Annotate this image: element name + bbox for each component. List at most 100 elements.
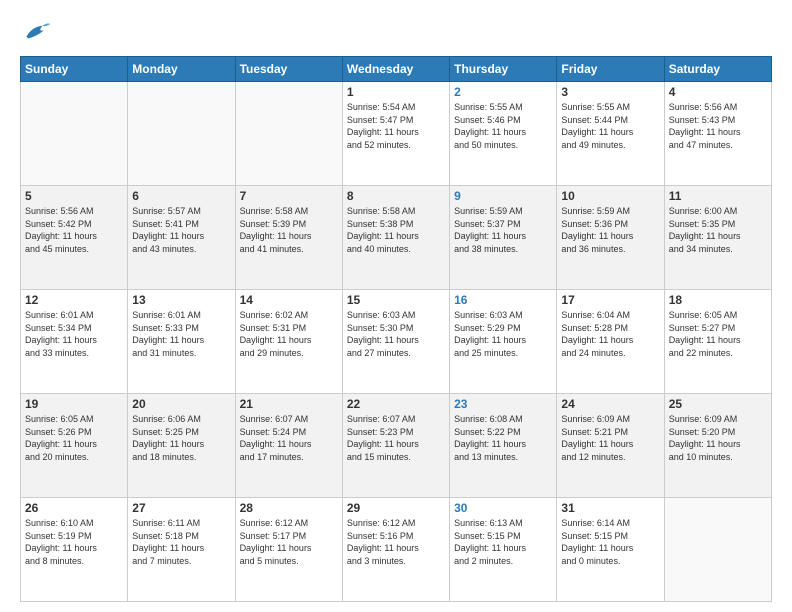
calendar-cell: 19 Sunrise: 6:05 AM Sunset: 5:26 PM Dayli… bbox=[21, 394, 128, 498]
calendar-cell: 7 Sunrise: 5:58 AM Sunset: 5:39 PM Daylig… bbox=[235, 186, 342, 290]
day-info: Sunrise: 6:05 AM Sunset: 5:27 PM Dayligh… bbox=[669, 309, 767, 359]
calendar-cell: 16Sunrise: 6:03 AM Sunset: 5:29 PM Dayli… bbox=[450, 290, 557, 394]
day-info: Sunrise: 6:03 AM Sunset: 5:30 PM Dayligh… bbox=[347, 309, 445, 359]
calendar-week-row: 1Sunrise: 5:54 AM Sunset: 5:47 PM Daylig… bbox=[21, 82, 772, 186]
day-number: 28 bbox=[240, 501, 338, 515]
day-info: Sunrise: 6:05 AM Sunset: 5:26 PM Dayligh… bbox=[25, 413, 123, 463]
weekday-header: Thursday bbox=[450, 57, 557, 82]
calendar-cell: 22Sunrise: 6:07 AM Sunset: 5:23 PM Dayli… bbox=[342, 394, 449, 498]
day-number: 23 bbox=[454, 397, 552, 411]
day-info: Sunrise: 6:12 AM Sunset: 5:16 PM Dayligh… bbox=[347, 517, 445, 567]
calendar-cell: 28Sunrise: 6:12 AM Sunset: 5:17 PM Dayli… bbox=[235, 498, 342, 602]
calendar-cell: 29Sunrise: 6:12 AM Sunset: 5:16 PM Dayli… bbox=[342, 498, 449, 602]
logo-icon bbox=[20, 18, 52, 46]
day-info: Sunrise: 6:08 AM Sunset: 5:22 PM Dayligh… bbox=[454, 413, 552, 463]
day-info: Sunrise: 6:07 AM Sunset: 5:23 PM Dayligh… bbox=[347, 413, 445, 463]
day-number: 3 bbox=[561, 85, 659, 99]
day-info: Sunrise: 6:07 AM Sunset: 5:24 PM Dayligh… bbox=[240, 413, 338, 463]
day-number: 15 bbox=[347, 293, 445, 307]
day-number: 11 bbox=[669, 189, 767, 203]
day-info: Sunrise: 6:11 AM Sunset: 5:18 PM Dayligh… bbox=[132, 517, 230, 567]
calendar-table: SundayMondayTuesdayWednesdayThursdayFrid… bbox=[20, 56, 772, 602]
day-info: Sunrise: 6:01 AM Sunset: 5:33 PM Dayligh… bbox=[132, 309, 230, 359]
day-info: Sunrise: 6:13 AM Sunset: 5:15 PM Dayligh… bbox=[454, 517, 552, 567]
day-number: 8 bbox=[347, 189, 445, 203]
calendar-cell: 1Sunrise: 5:54 AM Sunset: 5:47 PM Daylig… bbox=[342, 82, 449, 186]
day-info: Sunrise: 5:56 AM Sunset: 5:43 PM Dayligh… bbox=[669, 101, 767, 151]
day-info: Sunrise: 5:54 AM Sunset: 5:47 PM Dayligh… bbox=[347, 101, 445, 151]
day-number: 19 bbox=[25, 397, 123, 411]
day-info: Sunrise: 5:55 AM Sunset: 5:46 PM Dayligh… bbox=[454, 101, 552, 151]
weekday-header: Tuesday bbox=[235, 57, 342, 82]
day-number: 5 bbox=[25, 189, 123, 203]
day-info: Sunrise: 6:04 AM Sunset: 5:28 PM Dayligh… bbox=[561, 309, 659, 359]
day-info: Sunrise: 6:03 AM Sunset: 5:29 PM Dayligh… bbox=[454, 309, 552, 359]
weekday-header: Sunday bbox=[21, 57, 128, 82]
calendar-cell: 17 Sunrise: 6:04 AM Sunset: 5:28 PM Dayli… bbox=[557, 290, 664, 394]
day-info: Sunrise: 5:58 AM Sunset: 5:38 PM Dayligh… bbox=[347, 205, 445, 255]
calendar-cell: 2 Sunrise: 5:55 AM Sunset: 5:46 PM Daylig… bbox=[450, 82, 557, 186]
calendar-cell bbox=[21, 82, 128, 186]
day-number: 6 bbox=[132, 189, 230, 203]
day-number: 26 bbox=[25, 501, 123, 515]
day-number: 12 bbox=[25, 293, 123, 307]
calendar-cell: 10 Sunrise: 5:59 AM Sunset: 5:36 PM Dayli… bbox=[557, 186, 664, 290]
calendar-week-row: 12 Sunrise: 6:01 AM Sunset: 5:34 PM Dayli… bbox=[21, 290, 772, 394]
day-number: 2 bbox=[454, 85, 552, 99]
day-info: Sunrise: 6:00 AM Sunset: 5:35 PM Dayligh… bbox=[669, 205, 767, 255]
calendar-cell: 3 Sunrise: 5:55 AM Sunset: 5:44 PM Daylig… bbox=[557, 82, 664, 186]
calendar-cell: 15 Sunrise: 6:03 AM Sunset: 5:30 PM Dayli… bbox=[342, 290, 449, 394]
logo bbox=[20, 18, 56, 46]
day-number: 24 bbox=[561, 397, 659, 411]
calendar-cell: 5 Sunrise: 5:56 AM Sunset: 5:42 PM Daylig… bbox=[21, 186, 128, 290]
calendar-cell bbox=[128, 82, 235, 186]
calendar-cell: 18 Sunrise: 6:05 AM Sunset: 5:27 PM Dayli… bbox=[664, 290, 771, 394]
calendar-cell: 30 Sunrise: 6:13 AM Sunset: 5:15 PM Dayli… bbox=[450, 498, 557, 602]
day-info: Sunrise: 6:09 AM Sunset: 5:21 PM Dayligh… bbox=[561, 413, 659, 463]
day-info: Sunrise: 6:14 AM Sunset: 5:15 PM Dayligh… bbox=[561, 517, 659, 567]
weekday-header-row: SundayMondayTuesdayWednesdayThursdayFrid… bbox=[21, 57, 772, 82]
calendar-cell bbox=[664, 498, 771, 602]
calendar-week-row: 5 Sunrise: 5:56 AM Sunset: 5:42 PM Daylig… bbox=[21, 186, 772, 290]
day-info: Sunrise: 6:01 AM Sunset: 5:34 PM Dayligh… bbox=[25, 309, 123, 359]
day-number: 10 bbox=[561, 189, 659, 203]
calendar-cell: 27 Sunrise: 6:11 AM Sunset: 5:18 PM Dayli… bbox=[128, 498, 235, 602]
calendar-cell: 21 Sunrise: 6:07 AM Sunset: 5:24 PM Dayli… bbox=[235, 394, 342, 498]
weekday-header: Friday bbox=[557, 57, 664, 82]
day-number: 13 bbox=[132, 293, 230, 307]
day-info: Sunrise: 5:56 AM Sunset: 5:42 PM Dayligh… bbox=[25, 205, 123, 255]
day-info: Sunrise: 6:10 AM Sunset: 5:19 PM Dayligh… bbox=[25, 517, 123, 567]
day-info: Sunrise: 5:59 AM Sunset: 5:37 PM Dayligh… bbox=[454, 205, 552, 255]
calendar-cell: 12 Sunrise: 6:01 AM Sunset: 5:34 PM Dayli… bbox=[21, 290, 128, 394]
day-number: 14 bbox=[240, 293, 338, 307]
day-number: 18 bbox=[669, 293, 767, 307]
calendar-cell: 8 Sunrise: 5:58 AM Sunset: 5:38 PM Daylig… bbox=[342, 186, 449, 290]
day-number: 31 bbox=[561, 501, 659, 515]
calendar-cell: 24 Sunrise: 6:09 AM Sunset: 5:21 PM Dayli… bbox=[557, 394, 664, 498]
day-number: 9 bbox=[454, 189, 552, 203]
weekday-header: Wednesday bbox=[342, 57, 449, 82]
day-info: Sunrise: 5:58 AM Sunset: 5:39 PM Dayligh… bbox=[240, 205, 338, 255]
calendar-cell: 25Sunrise: 6:09 AM Sunset: 5:20 PM Dayli… bbox=[664, 394, 771, 498]
calendar-page: SundayMondayTuesdayWednesdayThursdayFrid… bbox=[0, 0, 792, 612]
day-number: 21 bbox=[240, 397, 338, 411]
day-info: Sunrise: 5:55 AM Sunset: 5:44 PM Dayligh… bbox=[561, 101, 659, 151]
calendar-cell: 4 Sunrise: 5:56 AM Sunset: 5:43 PM Daylig… bbox=[664, 82, 771, 186]
day-number: 30 bbox=[454, 501, 552, 515]
calendar-cell: 6 Sunrise: 5:57 AM Sunset: 5:41 PM Daylig… bbox=[128, 186, 235, 290]
calendar-week-row: 19 Sunrise: 6:05 AM Sunset: 5:26 PM Dayli… bbox=[21, 394, 772, 498]
calendar-cell: 13 Sunrise: 6:01 AM Sunset: 5:33 PM Dayli… bbox=[128, 290, 235, 394]
day-number: 7 bbox=[240, 189, 338, 203]
day-info: Sunrise: 5:57 AM Sunset: 5:41 PM Dayligh… bbox=[132, 205, 230, 255]
calendar-cell bbox=[235, 82, 342, 186]
day-info: Sunrise: 5:59 AM Sunset: 5:36 PM Dayligh… bbox=[561, 205, 659, 255]
day-number: 25 bbox=[669, 397, 767, 411]
calendar-cell: 14 Sunrise: 6:02 AM Sunset: 5:31 PM Dayli… bbox=[235, 290, 342, 394]
day-info: Sunrise: 6:02 AM Sunset: 5:31 PM Dayligh… bbox=[240, 309, 338, 359]
day-number: 27 bbox=[132, 501, 230, 515]
day-number: 4 bbox=[669, 85, 767, 99]
day-number: 20 bbox=[132, 397, 230, 411]
day-info: Sunrise: 6:06 AM Sunset: 5:25 PM Dayligh… bbox=[132, 413, 230, 463]
day-number: 17 bbox=[561, 293, 659, 307]
header bbox=[20, 18, 772, 46]
